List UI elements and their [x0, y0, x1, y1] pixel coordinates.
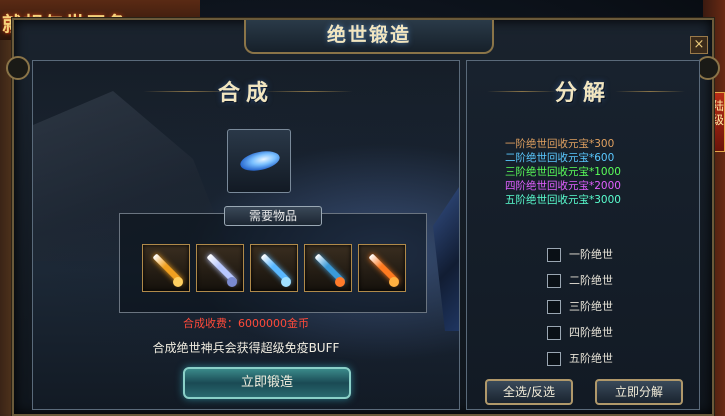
tier-option-label: 三阶绝世 [569, 300, 613, 313]
required-materials-box: 需要物品 [119, 206, 427, 313]
tier-option[interactable]: 二阶绝世 [547, 273, 613, 291]
soul-gem-icon [238, 148, 282, 174]
result-item-slot[interactable] [227, 129, 291, 193]
forge-now-button[interactable]: 立即锻造 [183, 367, 351, 399]
tier-option-label: 四阶绝世 [569, 326, 613, 339]
sword-hilt-icon [281, 277, 291, 287]
tier-option[interactable]: 五阶绝世 [547, 351, 613, 369]
reward-row: 四阶绝世回收元宝*2000 [505, 180, 621, 192]
sword-hilt-icon [173, 277, 183, 287]
synthesis-panel: 合成 需要物品 合成收费：6000000金币 合成绝世神兵会获得超级免疫BUFF… [32, 60, 460, 410]
close-button[interactable]: × [690, 36, 708, 54]
tier-option-label: 二阶绝世 [569, 274, 613, 287]
reward-row: 一阶绝世回收元宝*300 [505, 138, 615, 150]
material-slot[interactable] [250, 244, 298, 292]
reward-row: 五阶绝世回收元宝*3000 [505, 194, 621, 206]
reward-row: 三阶绝世回收元宝*1000 [505, 166, 621, 178]
synthesis-cost: 合成收费：6000000金币 [183, 317, 309, 330]
decompose-title: 分解 [554, 80, 611, 106]
reward-row: 二阶绝世回收元宝*600 [505, 152, 615, 164]
decompose-panel: 分解 一阶绝世回收元宝*300 二阶绝世回收元宝*600 三阶绝世回收元宝*1000… [466, 60, 700, 410]
tier-checkbox[interactable] [547, 300, 561, 314]
synthesis-title: 合成 [217, 80, 274, 106]
tier-option-label: 五阶绝世 [569, 352, 613, 365]
material-slot[interactable] [304, 244, 352, 292]
tier-option[interactable]: 一阶绝世 [547, 247, 613, 265]
sword-hilt-icon [335, 277, 345, 287]
material-slot[interactable] [358, 244, 406, 292]
recycle-reward-list: 一阶绝世回收元宝*300 二阶绝世回收元宝*600 三阶绝世回收元宝*1000 四阶绝… [505, 137, 621, 207]
decompose-now-button[interactable]: 立即分解 [595, 379, 683, 405]
window-title: 绝世锻造 [326, 24, 411, 46]
material-slot[interactable] [142, 244, 190, 292]
tier-checkbox[interactable] [547, 352, 561, 366]
tier-option[interactable]: 三阶绝世 [547, 299, 613, 317]
tier-checkbox[interactable] [547, 326, 561, 340]
tier-option[interactable]: 四阶绝世 [547, 325, 613, 343]
sword-hilt-icon [227, 277, 237, 287]
forge-window: 绝世锻造 × 合成 需要物品 合成收费：6000000金币 合成绝世神兵会获得超… [6, 18, 720, 416]
required-materials-label: 需要物品 [224, 206, 322, 226]
tier-checkbox[interactable] [547, 248, 561, 262]
sword-hilt-icon [389, 277, 399, 287]
corner-ornament-left [6, 56, 30, 80]
tier-checkbox[interactable] [547, 274, 561, 288]
crystal-backdrop [433, 181, 459, 331]
tier-option-label: 一阶绝世 [569, 248, 613, 261]
material-slot[interactable] [196, 244, 244, 292]
select-all-button[interactable]: 全选/反选 [485, 379, 573, 405]
synthesis-info: 合成绝世神兵会获得超级免疫BUFF [152, 341, 340, 355]
title-bar: 绝世锻造 [244, 20, 494, 54]
